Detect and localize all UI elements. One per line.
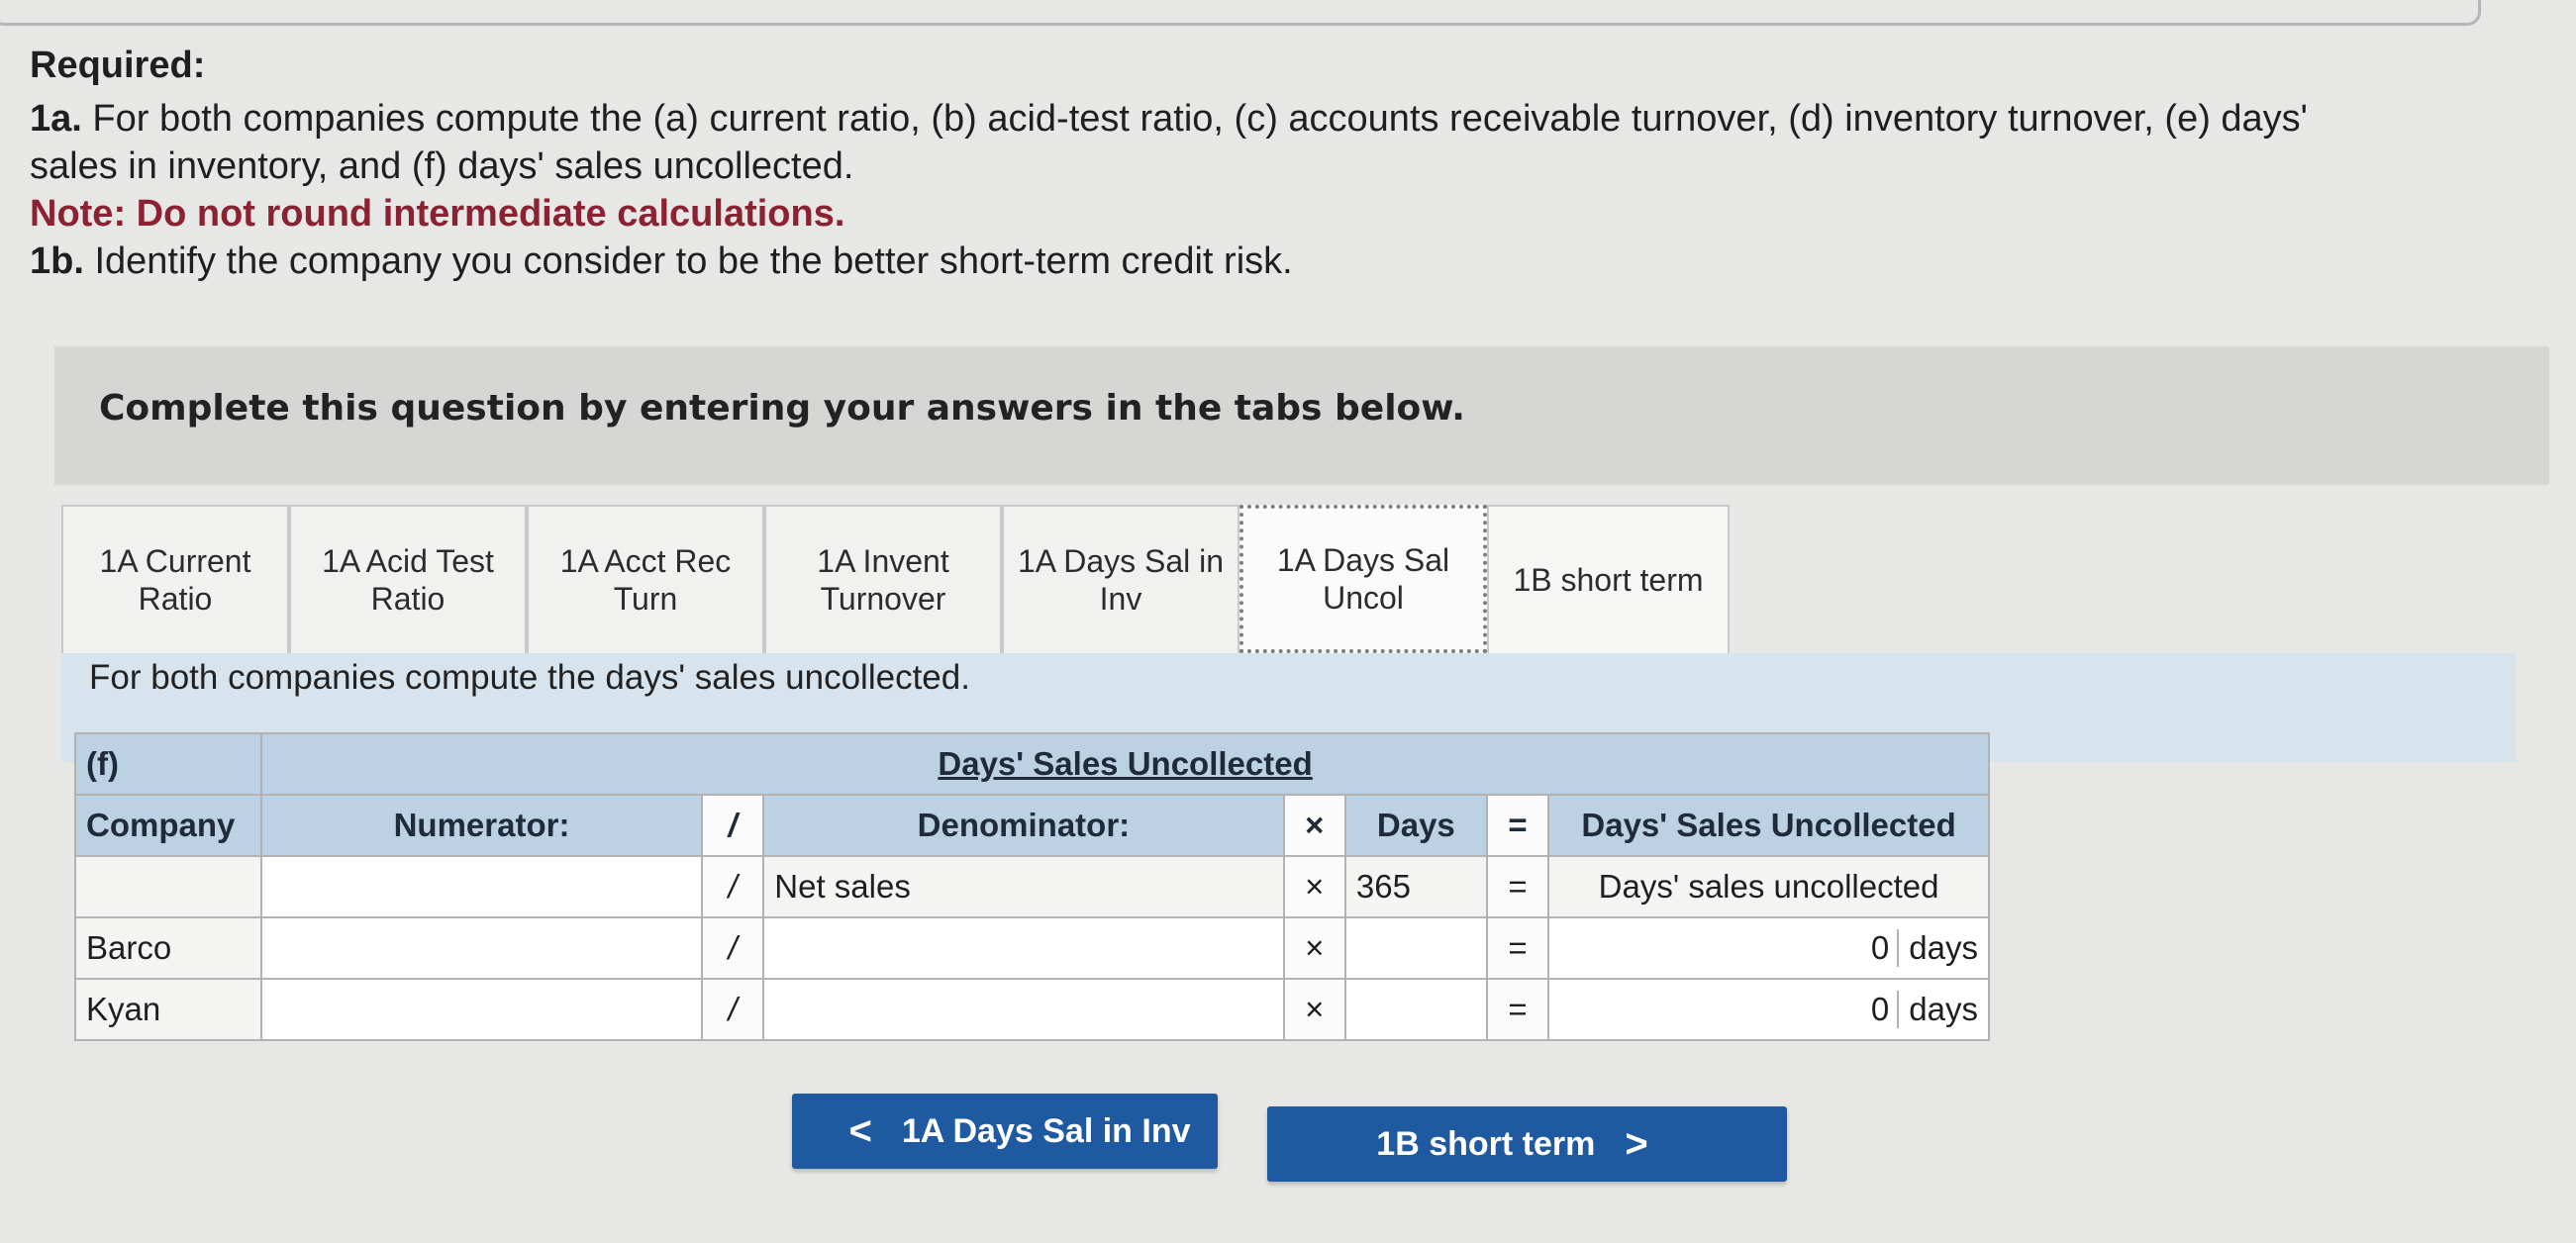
table-row: Kyan / × = 0 days: [73, 978, 1990, 1041]
part-label: (f): [73, 732, 263, 796]
prev-tab-button[interactable]: < 1A Days Sal in Inv: [792, 1094, 1218, 1169]
numerator-input-barco[interactable]: [260, 916, 703, 980]
days-sales-uncollected-table: (f) Days' Sales Uncollected Company Nume…: [73, 732, 1990, 1041]
formula-equals: =: [1485, 855, 1550, 918]
requirement-1a-label: 1a.: [30, 98, 82, 140]
row-times: ×: [1282, 978, 1346, 1041]
tab-content-heading: For both companies compute the days' sal…: [89, 658, 970, 697]
tab-label-line2: Uncol: [1323, 580, 1404, 616]
days-input-barco[interactable]: [1343, 916, 1488, 980]
top-frame: [0, 0, 2481, 26]
row-slash: /: [700, 916, 765, 980]
denominator-input-barco[interactable]: [762, 916, 1285, 980]
tab-days-sal-in-inv[interactable]: 1A Days Sal in Inv: [1002, 505, 1239, 653]
requirement-1a-text: For both companies compute the (a) curre…: [81, 98, 2308, 140]
denominator-input-kyan[interactable]: [762, 978, 1285, 1041]
tab-label-line1: 1A Acid Test: [322, 543, 494, 579]
required-title: Required:: [30, 45, 206, 86]
tab-label-line1: 1A Current: [99, 543, 251, 579]
formula-result: Days' sales uncollected: [1547, 855, 1990, 918]
tab-current-ratio[interactable]: 1A Current Ratio: [61, 505, 289, 653]
tab-label-line2: Inv: [1099, 581, 1142, 617]
table-title: Days' Sales Uncollected: [260, 732, 1990, 796]
tab-days-sal-uncol[interactable]: 1A Days Sal Uncol: [1239, 505, 1487, 653]
tab-1b-short-term[interactable]: 1B short term: [1487, 505, 1730, 653]
tab-bar: 1A Current Ratio 1A Acid Test Ratio 1A Acc…: [61, 505, 1730, 653]
result-unit: days: [1897, 991, 1978, 1028]
result-unit: days: [1897, 929, 1978, 967]
next-tab-button[interactable]: 1B short term >: [1267, 1106, 1787, 1182]
row-slash: /: [700, 978, 765, 1041]
row-times: ×: [1282, 916, 1346, 980]
instructions-text: Complete this question by entering your …: [99, 388, 1465, 429]
chevron-left-icon: <: [848, 1108, 872, 1153]
col-header-denominator: Denominator:: [762, 794, 1285, 857]
tab-label-line1: 1B short term: [1513, 562, 1704, 598]
days-input-kyan[interactable]: [1343, 978, 1488, 1041]
col-header-equals: =: [1485, 794, 1550, 857]
company-name: Kyan: [73, 978, 263, 1041]
requirement-1b-text: Identify the company you consider to be …: [83, 240, 1293, 282]
tab-label-line2: Ratio: [370, 581, 446, 617]
requirements: Required: 1a. For both companies compute…: [30, 45, 2485, 285]
note: Note: Do not round intermediate calculat…: [30, 193, 845, 235]
row-equals: =: [1485, 916, 1550, 980]
formula-slash: /: [700, 855, 765, 918]
formula-denominator: Net sales: [762, 855, 1285, 918]
requirement-1a-cont: sales in inventory, and (f) days' sales …: [30, 145, 854, 187]
col-header-company: Company: [73, 794, 263, 857]
tab-label-line1: 1A Invent: [817, 543, 949, 579]
prev-tab-label: 1A Days Sal in Inv: [901, 1111, 1191, 1150]
numerator-input-kyan[interactable]: [260, 978, 703, 1041]
tab-label-line1: 1A Days Sal in: [1017, 543, 1225, 579]
result-value: 0: [1870, 929, 1890, 966]
tab-invent-turnover[interactable]: 1A Invent Turnover: [764, 505, 1002, 653]
col-header-numerator: Numerator:: [260, 794, 703, 857]
col-header-days: Days: [1343, 794, 1488, 857]
col-header-times: ×: [1282, 794, 1346, 857]
tab-label-line2: Turn: [613, 581, 678, 617]
tab-label-line2: Turnover: [820, 581, 946, 617]
tab-acid-test-ratio[interactable]: 1A Acid Test Ratio: [289, 505, 527, 653]
result-kyan: 0 days: [1547, 978, 1990, 1041]
tab-label-line2: Ratio: [138, 581, 213, 617]
requirement-1b: 1b. Identify the company you consider to…: [30, 238, 2485, 285]
formula-days: 365: [1343, 855, 1488, 918]
next-tab-label: 1B short term: [1376, 1124, 1596, 1163]
formula-times: ×: [1282, 855, 1346, 918]
col-header-result: Days' Sales Uncollected: [1547, 794, 1990, 857]
tab-label-line1: 1A Acct Rec: [559, 543, 732, 579]
formula-numerator-input[interactable]: [260, 855, 703, 918]
company-name: Barco: [73, 916, 263, 980]
tab-label-line1: 1A Days Sal: [1276, 542, 1450, 578]
col-header-slash: /: [700, 794, 765, 857]
table-row: Barco / × = 0 days: [73, 916, 1990, 980]
row-equals: =: [1485, 978, 1550, 1041]
result-value: 0: [1870, 991, 1890, 1027]
result-barco: 0 days: [1547, 916, 1990, 980]
requirement-1b-label: 1b.: [30, 240, 84, 282]
formula-company-cell: [73, 855, 263, 918]
requirement-1a: 1a. For both companies compute the (a) c…: [30, 95, 2485, 143]
chevron-right-icon: >: [1625, 1121, 1648, 1166]
formula-row: / Net sales × 365 = Days' sales uncollec…: [73, 855, 1990, 918]
tab-acct-rec-turn[interactable]: 1A Acct Rec Turn: [527, 505, 764, 653]
